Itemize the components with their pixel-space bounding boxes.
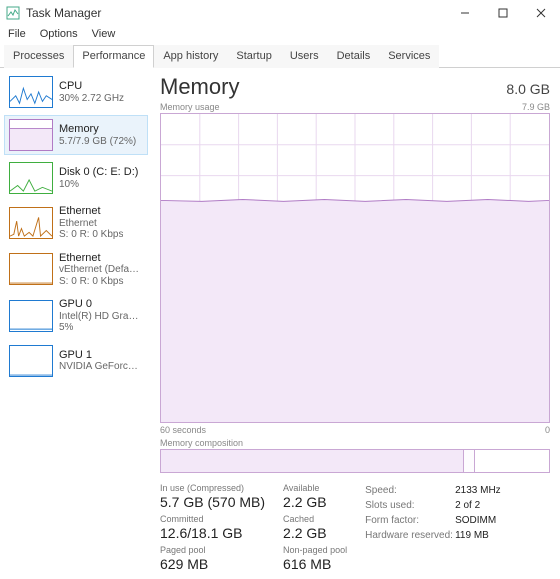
memory-composition-bar bbox=[160, 449, 550, 473]
window-title: Task Manager bbox=[26, 6, 446, 20]
composition-inuse bbox=[161, 450, 464, 472]
main-panel: Memory 8.0 GB Memory usage 7.9 GB 60 sec… bbox=[150, 68, 560, 577]
sidebar-sub: NVIDIA GeForce 9... bbox=[59, 361, 143, 373]
memory-capacity: 8.0 GB bbox=[506, 81, 550, 97]
sidebar-label: Ethernet bbox=[59, 205, 123, 218]
form-label: Form factor: bbox=[365, 513, 455, 528]
composition-label: Memory composition bbox=[160, 438, 550, 448]
sidebar-sub: Intel(R) HD Graphi... bbox=[59, 311, 143, 323]
cached-label: Cached bbox=[283, 514, 347, 524]
gpu-thumbnail bbox=[9, 300, 53, 332]
paged-label: Paged pool bbox=[160, 545, 265, 555]
sidebar-label: Memory bbox=[59, 123, 136, 136]
speed-value: 2133 MHz bbox=[455, 483, 501, 498]
menu-options[interactable]: Options bbox=[40, 28, 78, 40]
menu-file[interactable]: File bbox=[8, 28, 26, 40]
tab-services[interactable]: Services bbox=[379, 45, 439, 68]
sidebar-label: GPU 0 bbox=[59, 298, 143, 311]
sidebar-sub: 10% bbox=[59, 179, 138, 191]
composition-free bbox=[475, 450, 549, 472]
maximize-button[interactable] bbox=[484, 0, 522, 26]
nonpaged-value: 616 MB bbox=[283, 556, 347, 572]
chart-label: Memory usage bbox=[160, 102, 220, 112]
sidebar-sub2: 5% bbox=[59, 322, 143, 334]
app-icon bbox=[6, 6, 20, 20]
inuse-label: In use (Compressed) bbox=[160, 483, 265, 493]
sidebar-sub: vEthernet (Default ... bbox=[59, 264, 143, 276]
slots-label: Slots used: bbox=[365, 498, 455, 513]
speed-label: Speed: bbox=[365, 483, 455, 498]
available-value: 2.2 GB bbox=[283, 494, 347, 510]
perf-sidebar: CPU 30% 2.72 GHz Memory 5.7/7.9 GB (72%)… bbox=[0, 68, 150, 577]
tab-processes[interactable]: Processes bbox=[4, 45, 73, 68]
sidebar-item-ethernet-2[interactable]: Ethernet vEthernet (Default ... S: 0 R: … bbox=[4, 248, 148, 292]
memory-stats: In use (Compressed) 5.7 GB (570 MB) Comm… bbox=[160, 483, 550, 576]
menu-view[interactable]: View bbox=[92, 28, 116, 40]
ethernet-thumbnail bbox=[9, 253, 53, 285]
sidebar-label: CPU bbox=[59, 80, 124, 93]
chart-xleft: 60 seconds bbox=[160, 425, 206, 435]
tab-startup[interactable]: Startup bbox=[227, 45, 280, 68]
gpu-thumbnail bbox=[9, 345, 53, 377]
memory-usage-chart bbox=[160, 113, 550, 423]
tab-performance[interactable]: Performance bbox=[73, 45, 154, 68]
cached-value: 2.2 GB bbox=[283, 525, 347, 541]
resource-title: Memory bbox=[160, 74, 239, 100]
chart-xright: 0 bbox=[545, 425, 550, 435]
nonpaged-label: Non-paged pool bbox=[283, 545, 347, 555]
minimize-button[interactable] bbox=[446, 0, 484, 26]
menu-bar: File Options View bbox=[0, 26, 560, 44]
ethernet-thumbnail bbox=[9, 207, 53, 239]
sidebar-sub: 5.7/7.9 GB (72%) bbox=[59, 136, 136, 148]
form-value: SODIMM bbox=[455, 513, 496, 528]
tab-apphistory[interactable]: App history bbox=[154, 45, 227, 68]
sidebar-label: Ethernet bbox=[59, 252, 143, 265]
close-button[interactable] bbox=[522, 0, 560, 26]
sidebar-item-memory[interactable]: Memory 5.7/7.9 GB (72%) bbox=[4, 115, 148, 155]
content-area: CPU 30% 2.72 GHz Memory 5.7/7.9 GB (72%)… bbox=[0, 68, 560, 577]
inuse-value: 5.7 GB (570 MB) bbox=[160, 494, 265, 510]
sidebar-item-disk[interactable]: Disk 0 (C: E: D:) 10% bbox=[4, 158, 148, 198]
memory-thumbnail bbox=[9, 119, 53, 151]
window-controls bbox=[446, 0, 560, 26]
sidebar-sub2: S: 0 R: 0 Kbps bbox=[59, 276, 143, 288]
tab-bar: Processes Performance App history Startu… bbox=[0, 44, 560, 68]
sidebar-sub2: S: 0 R: 0 Kbps bbox=[59, 229, 123, 241]
sidebar-item-gpu0[interactable]: GPU 0 Intel(R) HD Graphi... 5% bbox=[4, 294, 148, 338]
paged-value: 629 MB bbox=[160, 556, 265, 572]
chart-ymax: 7.9 GB bbox=[522, 102, 550, 112]
sidebar-item-cpu[interactable]: CPU 30% 2.72 GHz bbox=[4, 72, 148, 112]
memory-specs: Speed:2133 MHz Slots used:2 of 2 Form fa… bbox=[365, 483, 501, 576]
disk-thumbnail bbox=[9, 162, 53, 194]
sidebar-item-gpu1[interactable]: GPU 1 NVIDIA GeForce 9... bbox=[4, 341, 148, 381]
tab-details[interactable]: Details bbox=[328, 45, 380, 68]
sidebar-label: GPU 1 bbox=[59, 349, 143, 362]
hw-label: Hardware reserved: bbox=[365, 528, 455, 543]
sidebar-item-ethernet-1[interactable]: Ethernet Ethernet S: 0 R: 0 Kbps bbox=[4, 201, 148, 245]
sidebar-sub: 30% 2.72 GHz bbox=[59, 93, 124, 105]
title-bar: Task Manager bbox=[0, 0, 560, 26]
tab-users[interactable]: Users bbox=[281, 45, 328, 68]
sidebar-sub: Ethernet bbox=[59, 218, 123, 230]
committed-label: Committed bbox=[160, 514, 265, 524]
cpu-thumbnail bbox=[9, 76, 53, 108]
committed-value: 12.6/18.1 GB bbox=[160, 525, 265, 541]
composition-modified bbox=[464, 450, 476, 472]
available-label: Available bbox=[283, 483, 347, 493]
slots-value: 2 of 2 bbox=[455, 498, 480, 513]
hw-value: 119 MB bbox=[455, 528, 489, 543]
sidebar-label: Disk 0 (C: E: D:) bbox=[59, 166, 138, 179]
